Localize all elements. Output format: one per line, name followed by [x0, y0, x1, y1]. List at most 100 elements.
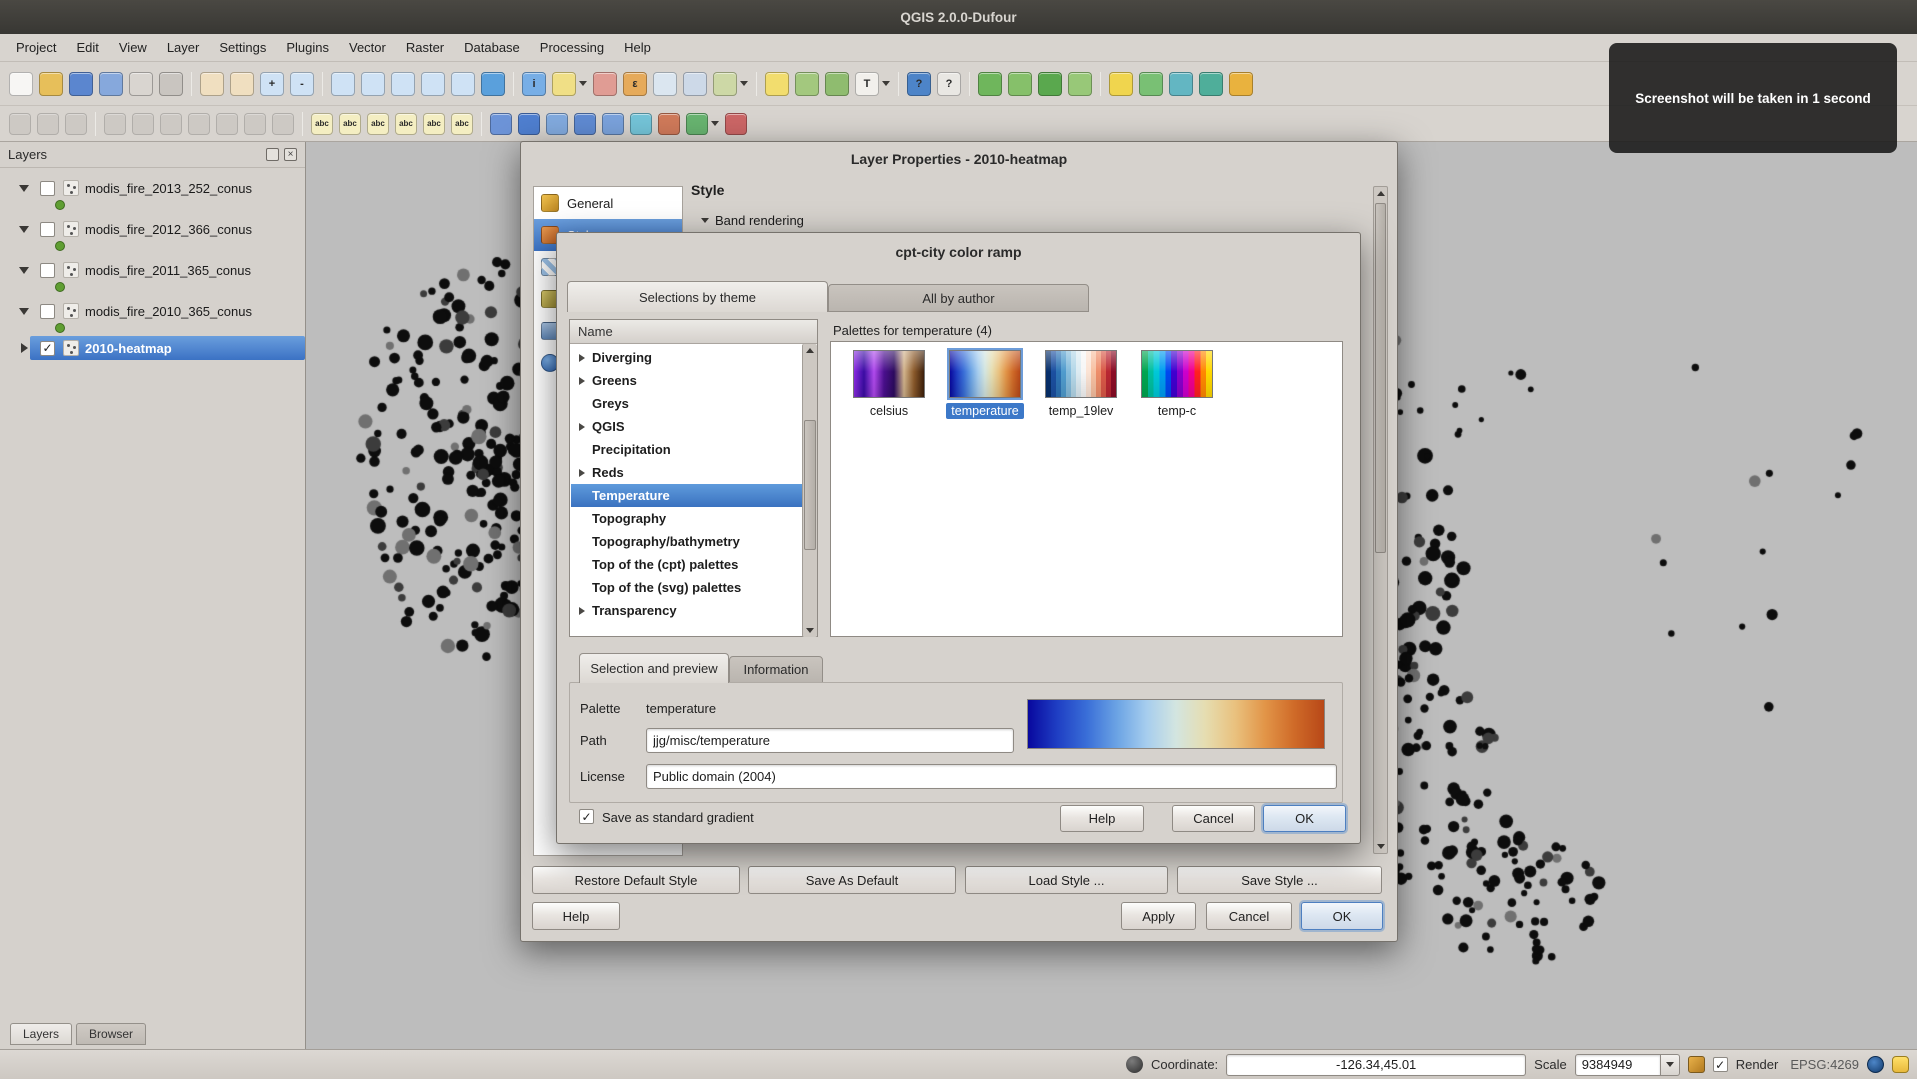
tree-item-greens[interactable]: Greens: [571, 369, 803, 392]
pan-map-icon[interactable]: [199, 71, 225, 97]
measure-icon[interactable]: [712, 71, 749, 97]
select-by-expression-icon[interactable]: ε: [622, 71, 648, 97]
tree-item-precipitation[interactable]: Precipitation: [571, 438, 803, 461]
scroll-down-icon[interactable]: [1377, 844, 1385, 849]
save-project-as-icon[interactable]: [98, 71, 124, 97]
save-as-default-button[interactable]: Save As Default: [748, 866, 956, 894]
expand-arrow-icon[interactable]: [579, 607, 585, 615]
geoprocessing-icon[interactable]: [545, 112, 569, 136]
layer-visibility-checkbox[interactable]: [40, 181, 55, 196]
composer-manager-icon[interactable]: [158, 71, 184, 97]
save-style-button[interactable]: Save Style ...: [1177, 866, 1382, 894]
interpolation-icon[interactable]: [1067, 71, 1093, 97]
expand-arrow-icon[interactable]: [579, 354, 585, 362]
menu-layer[interactable]: Layer: [157, 36, 210, 59]
scrollbar-thumb[interactable]: [1375, 203, 1386, 553]
tree-item-topography-bathymetry[interactable]: Topography/bathymetry: [571, 530, 803, 553]
messages-icon[interactable]: [1892, 1056, 1909, 1073]
tree-item-diverging[interactable]: Diverging: [571, 346, 803, 369]
plugin-manager-icon[interactable]: [1228, 71, 1254, 97]
palette-temp-19lev[interactable]: temp_19lev: [1033, 350, 1129, 419]
dropdown-arrow-icon[interactable]: [740, 81, 748, 86]
menu-processing[interactable]: Processing: [530, 36, 614, 59]
crs-status-icon[interactable]: [1867, 1056, 1884, 1073]
panel-close-icon[interactable]: ×: [284, 148, 297, 161]
copy-features-icon[interactable]: [243, 112, 267, 136]
render-checkbox[interactable]: [1713, 1057, 1728, 1072]
gps-tools-icon[interactable]: [685, 112, 720, 136]
tree-item-temperature[interactable]: Temperature: [571, 484, 803, 507]
layer-item-selected[interactable]: 2010-heatmap: [0, 336, 305, 360]
open-project-icon[interactable]: [38, 71, 64, 97]
topology-checker-icon[interactable]: [657, 112, 681, 136]
current-edits-icon[interactable]: [8, 112, 32, 136]
license-input[interactable]: [646, 764, 1337, 789]
move-feature-icon[interactable]: [131, 112, 155, 136]
load-style-button[interactable]: Load Style ...: [965, 866, 1168, 894]
tree-item-qgis[interactable]: QGIS: [571, 415, 803, 438]
tree-item-reds[interactable]: Reds: [571, 461, 803, 484]
tab-all-by-author[interactable]: All by author: [828, 284, 1089, 312]
edit-scale-icon[interactable]: [1688, 1056, 1705, 1073]
ok-button[interactable]: OK: [1301, 902, 1383, 930]
scale-dropdown-button[interactable]: [1661, 1054, 1680, 1076]
deselect-features-icon[interactable]: [592, 71, 618, 97]
panel-float-icon[interactable]: [266, 148, 279, 161]
dropdown-arrow-icon[interactable]: [579, 81, 587, 86]
zoom-to-layer-icon[interactable]: [390, 71, 416, 97]
menu-edit[interactable]: Edit: [66, 36, 108, 59]
data-management-icon[interactable]: [601, 112, 625, 136]
save-gradient-checkbox[interactable]: [579, 809, 594, 824]
layer-visibility-checkbox[interactable]: [40, 341, 55, 356]
web-services-icon[interactable]: [1168, 71, 1194, 97]
palette-celsius[interactable]: celsius: [841, 350, 937, 419]
pan-to-selection-icon[interactable]: [229, 71, 255, 97]
delete-selected-icon[interactable]: [187, 112, 211, 136]
collapse-arrow-icon[interactable]: [19, 308, 29, 315]
label-show-hide-icon[interactable]: abc: [366, 112, 390, 136]
new-project-icon[interactable]: [8, 71, 34, 97]
menu-vector[interactable]: Vector: [339, 36, 396, 59]
layer-visibility-checkbox[interactable]: [40, 304, 55, 319]
labeling-icon[interactable]: abc: [310, 112, 334, 136]
layer-item[interactable]: modis_fire_2012_366_conus: [0, 217, 305, 241]
tree-header[interactable]: Name: [570, 320, 817, 344]
tree-scrollbar[interactable]: [802, 344, 817, 637]
research-tools-icon[interactable]: [517, 112, 541, 136]
coordinate-input[interactable]: [1226, 1054, 1526, 1076]
collapse-arrow-icon[interactable]: [19, 267, 29, 274]
window-titlebar[interactable]: QGIS 2.0.0-Dufour: [0, 0, 1917, 34]
text-annotation-icon[interactable]: T: [854, 71, 891, 97]
menu-plugins[interactable]: Plugins: [276, 36, 339, 59]
tree-item-top-cpt-palettes[interactable]: Top of the (cpt) palettes: [571, 553, 803, 576]
layer-visibility-checkbox[interactable]: [40, 263, 55, 278]
help-button[interactable]: Help: [532, 902, 620, 930]
vector-analysis-icon[interactable]: [489, 112, 513, 136]
scale-input[interactable]: [1575, 1054, 1661, 1076]
label-pin-icon[interactable]: abc: [338, 112, 362, 136]
metasearch-icon[interactable]: [1198, 71, 1224, 97]
label-properties-icon[interactable]: abc: [450, 112, 474, 136]
cancel-button[interactable]: Cancel: [1172, 805, 1255, 832]
expand-arrow-icon[interactable]: [21, 343, 28, 353]
add-feature-icon[interactable]: [103, 112, 127, 136]
collapse-arrow-icon[interactable]: [19, 226, 29, 233]
tab-information[interactable]: Information: [729, 656, 823, 683]
tab-layers[interactable]: Layers: [10, 1023, 72, 1045]
dialog-scrollbar[interactable]: [1373, 186, 1388, 854]
tab-browser[interactable]: Browser: [76, 1023, 146, 1045]
new-bookmark-icon[interactable]: [794, 71, 820, 97]
toggle-editing-icon[interactable]: [36, 112, 60, 136]
scroll-down-icon[interactable]: [806, 628, 814, 633]
save-layer-edits-icon[interactable]: [64, 112, 88, 136]
zoom-to-selection-icon[interactable]: [360, 71, 386, 97]
label-move-icon[interactable]: abc: [394, 112, 418, 136]
dropdown-arrow-icon[interactable]: [711, 121, 719, 126]
heatmap-plugin-icon[interactable]: [1037, 71, 1063, 97]
cut-features-icon[interactable]: [215, 112, 239, 136]
tree-item-top-svg-palettes[interactable]: Top of the (svg) palettes: [571, 576, 803, 599]
sidebar-item-general[interactable]: General: [534, 187, 682, 219]
tree-item-topography[interactable]: Topography: [571, 507, 803, 530]
collapse-arrow-icon[interactable]: [19, 185, 29, 192]
identify-features-icon[interactable]: i: [521, 71, 547, 97]
